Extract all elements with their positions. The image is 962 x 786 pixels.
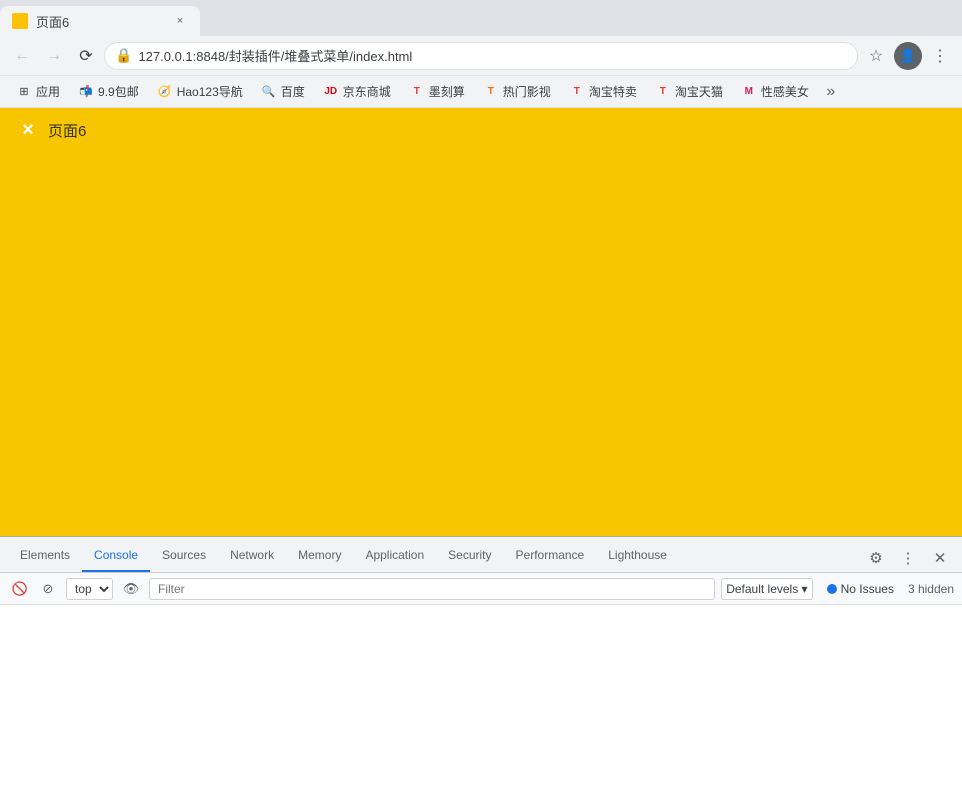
hotmovie-icon: T bbox=[483, 84, 499, 100]
tab-title: 页面6 bbox=[36, 12, 164, 31]
hidden-count: 3 hidden bbox=[908, 582, 954, 596]
bookmark-hotmovie[interactable]: T 热门影视 bbox=[475, 80, 559, 104]
page-content: × 页面6 bbox=[0, 108, 962, 536]
mail-icon: 📬 bbox=[78, 84, 94, 100]
bookmark-taobao-sale[interactable]: T 淘宝特卖 bbox=[561, 80, 645, 104]
navigation-bar: ← → ⟳ 🔒 127.0.0.1:8848/封装插件/堆叠式菜单/index.… bbox=[0, 36, 962, 76]
bookmark-baidu[interactable]: 🔍 百度 bbox=[253, 80, 313, 104]
hao123-icon: 🧭 bbox=[157, 84, 173, 100]
moji-icon: T bbox=[409, 84, 425, 100]
taobao-sale-icon: T bbox=[569, 84, 585, 100]
devtools-settings-button[interactable]: ⚙ bbox=[862, 544, 890, 572]
bookmark-moji[interactable]: T 墨刻算 bbox=[401, 80, 473, 104]
bookmark-meitui-label: 性感美女 bbox=[761, 83, 809, 100]
devtools-close-button[interactable]: ✕ bbox=[926, 544, 954, 572]
console-toolbar: 🚫 ⊘ top 👁 Default levels ▾ No Issues 3 h… bbox=[0, 573, 962, 605]
reload-button[interactable]: ⟳ bbox=[72, 42, 100, 70]
devtools-tab-memory[interactable]: Memory bbox=[286, 540, 353, 572]
bookmark-hotmovie-label: 热门影视 bbox=[503, 83, 551, 100]
lock-icon: 🔒 bbox=[115, 47, 132, 64]
devtools-tab-network[interactable]: Network bbox=[218, 540, 286, 572]
tab-close-button[interactable]: × bbox=[172, 13, 188, 29]
console-filter-toggle[interactable]: ⊘ bbox=[36, 577, 60, 601]
bookmark-99mail[interactable]: 📬 9.9包邮 bbox=[70, 80, 147, 104]
devtools-tab-lighthouse[interactable]: Lighthouse bbox=[596, 540, 679, 572]
taobao-tmall-icon: T bbox=[655, 84, 671, 100]
bookmark-taobao-tmall[interactable]: T 淘宝天猫 bbox=[647, 80, 731, 104]
console-icons: 🚫 ⊘ bbox=[8, 577, 60, 601]
bookmark-taobao-tmall-label: 淘宝天猫 bbox=[675, 83, 723, 100]
devtools-tab-sources[interactable]: Sources bbox=[150, 540, 218, 572]
tab-bar: 页面6 × bbox=[0, 0, 962, 36]
profile-button[interactable]: 👤 bbox=[894, 42, 922, 70]
console-levels-label: Default levels ▾ bbox=[726, 582, 807, 596]
bookmark-taobao-sale-label: 淘宝特卖 bbox=[589, 83, 637, 100]
devtools-tab-security[interactable]: Security bbox=[436, 540, 503, 572]
console-context-select[interactable]: top bbox=[66, 578, 113, 600]
browser-tab[interactable]: 页面6 × bbox=[0, 6, 200, 36]
bookmark-star-button[interactable]: ☆ bbox=[862, 42, 890, 70]
devtools-panel: Elements Console Sources Network Memory … bbox=[0, 536, 962, 786]
bookmark-apps[interactable]: ⊞ 应用 bbox=[8, 80, 68, 104]
jd-icon: JD bbox=[323, 84, 339, 100]
baidu-icon: 🔍 bbox=[261, 84, 277, 100]
bookmark-baidu-label: 百度 bbox=[281, 83, 305, 100]
devtools-more-button[interactable]: ⋮ bbox=[894, 544, 922, 572]
bookmark-hao123[interactable]: 🧭 Hao123导航 bbox=[149, 80, 251, 104]
devtools-tab-console[interactable]: Console bbox=[82, 540, 150, 572]
bookmark-apps-label: 应用 bbox=[36, 83, 60, 100]
devtools-tab-application[interactable]: Application bbox=[353, 540, 436, 572]
page-close-button[interactable]: × bbox=[16, 118, 40, 142]
console-filter-input[interactable] bbox=[149, 578, 715, 600]
bookmarks-bar: ⊞ 应用 📬 9.9包邮 🧭 Hao123导航 🔍 百度 JD 京东商城 T 墨… bbox=[0, 76, 962, 108]
bookmark-meitui[interactable]: M 性感美女 bbox=[733, 80, 817, 104]
devtools-actions: ⚙ ⋮ ✕ bbox=[862, 544, 954, 572]
console-clear-button[interactable]: 🚫 bbox=[8, 577, 32, 601]
devtools-tab-performance[interactable]: Performance bbox=[504, 540, 597, 572]
issues-dot bbox=[827, 584, 837, 594]
bookmark-moji-label: 墨刻算 bbox=[429, 83, 465, 100]
tab-favicon bbox=[12, 13, 28, 29]
url-text: 127.0.0.1:8848/封装插件/堆叠式菜单/index.html bbox=[138, 46, 847, 65]
bookmark-99mail-label: 9.9包邮 bbox=[98, 83, 139, 100]
bookmark-jd[interactable]: JD 京东商城 bbox=[315, 80, 399, 104]
address-bar[interactable]: 🔒 127.0.0.1:8848/封装插件/堆叠式菜单/index.html bbox=[104, 42, 858, 70]
browser-frame: 页面6 × ← → ⟳ 🔒 127.0.0.1:8848/封装插件/堆叠式菜单/… bbox=[0, 0, 962, 786]
no-issues-label: No Issues bbox=[841, 582, 894, 596]
bookmark-jd-label: 京东商城 bbox=[343, 83, 391, 100]
console-eye-button[interactable]: 👁 bbox=[119, 577, 143, 601]
page-title: 页面6 bbox=[48, 120, 86, 141]
apps-icon: ⊞ bbox=[16, 84, 32, 100]
devtools-tab-bar: Elements Console Sources Network Memory … bbox=[0, 537, 962, 573]
bookmarks-more-button[interactable]: » bbox=[819, 80, 843, 104]
back-button[interactable]: ← bbox=[8, 42, 36, 70]
console-levels-selector[interactable]: Default levels ▾ bbox=[721, 578, 812, 600]
page-header: × 页面6 bbox=[0, 108, 962, 152]
devtools-tab-elements[interactable]: Elements bbox=[8, 540, 82, 572]
meitui-icon: M bbox=[741, 84, 757, 100]
no-issues-indicator[interactable]: No Issues bbox=[819, 582, 902, 596]
bookmark-hao123-label: Hao123导航 bbox=[177, 83, 243, 100]
forward-button[interactable]: → bbox=[40, 42, 68, 70]
chrome-menu-button[interactable]: ⋮ bbox=[926, 42, 954, 70]
console-content bbox=[0, 605, 962, 786]
